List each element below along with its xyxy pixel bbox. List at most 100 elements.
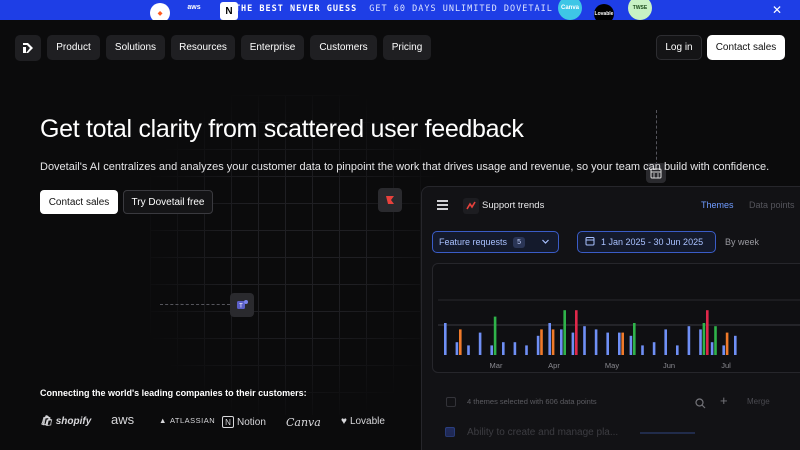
chart-bar[interactable] (540, 329, 543, 355)
hero-contact-sales-button[interactable]: Contact sales (40, 190, 118, 214)
close-icon[interactable]: ✕ (772, 3, 782, 17)
shopify-bag-icon: 🛍 (40, 416, 53, 427)
chart-bar[interactable] (702, 323, 706, 355)
chart-bar[interactable] (706, 310, 709, 355)
x-tick-label: Jun (663, 361, 675, 370)
chart-bar[interactable] (722, 345, 725, 355)
theme-item-label[interactable]: Ability to create and manage pla... (467, 427, 618, 438)
tab-data-points[interactable]: Data points (749, 200, 795, 210)
theme-checkbox[interactable] (445, 427, 455, 437)
nav-pricing[interactable]: Pricing (383, 35, 431, 60)
menu-icon[interactable] (437, 200, 448, 210)
chart-bar[interactable] (664, 329, 667, 355)
chart-bar[interactable] (563, 310, 566, 355)
merge-button[interactable]: Merge (747, 397, 770, 406)
chart-bar[interactable] (594, 329, 598, 355)
notion-icon: N (222, 416, 234, 428)
trend-icon (463, 198, 479, 214)
chart-bar[interactable] (629, 335, 633, 355)
date-range-picker[interactable]: 1 Jan 2025 - 30 Jun 2025 (577, 231, 716, 253)
support-trends-panel: Support trends Themes Data points Featur… (421, 186, 800, 450)
chevron-down-icon (541, 237, 550, 248)
tab-themes[interactable]: Themes (701, 200, 734, 210)
lovable-logo: ♥ Lovable (341, 416, 385, 427)
nav-enterprise[interactable]: Enterprise (241, 35, 304, 60)
support-trends-chart: Mar Apr May Jun Jul (438, 299, 800, 370)
connector-line (160, 304, 230, 305)
notion-logo: N Notion (222, 416, 266, 428)
chart-bar[interactable] (560, 329, 563, 355)
chart-bar[interactable] (621, 332, 624, 355)
chart-bar[interactable] (714, 326, 717, 355)
chart-bar[interactable] (618, 332, 621, 355)
granularity-selector[interactable]: By week (725, 237, 759, 247)
chart-bar[interactable] (455, 342, 459, 355)
panel-title: Support trends (482, 200, 545, 211)
chart-bar[interactable] (551, 329, 555, 355)
hero-subtitle: Dovetail's AI centralizes and analyzes y… (40, 161, 770, 173)
teams-icon: T (230, 293, 254, 317)
chart-bar[interactable] (502, 342, 505, 355)
chart-bar[interactable] (710, 342, 714, 355)
themes-summary: 4 themes selected with 606 data points (467, 397, 597, 406)
chart-bar[interactable] (444, 323, 447, 355)
nav-product[interactable]: Product (47, 35, 100, 60)
chart-bar[interactable] (459, 329, 462, 355)
add-icon[interactable]: + (720, 393, 728, 408)
chart-bar[interactable] (676, 345, 679, 355)
contact-sales-button[interactable]: Contact sales (707, 35, 785, 60)
filter-label: Feature requests (439, 237, 508, 247)
feature-requests-filter[interactable]: Feature requests 5 (432, 231, 559, 253)
chart-bar[interactable] (641, 345, 644, 355)
calendar-icon (585, 236, 595, 248)
x-tick-label: Mar (490, 361, 503, 370)
x-tick-label: Jul (721, 361, 731, 370)
theme-volume-bar (640, 432, 695, 434)
hero-title: Get total clarity from scattered user fe… (40, 115, 524, 143)
panel-fade (422, 382, 800, 450)
dovetail-logo-icon[interactable] (15, 35, 41, 61)
search-icon[interactable] (695, 396, 706, 414)
svg-text:T: T (239, 304, 243, 310)
chart-bar[interactable] (478, 332, 482, 355)
filter-count-badge: 5 (513, 236, 526, 248)
chart-bar[interactable] (536, 335, 540, 355)
select-all-checkbox[interactable] (446, 397, 456, 407)
banner-offer-link[interactable]: GET 60 DAYS UNLIMITED DOVETAIL → (369, 4, 565, 14)
chart-bar[interactable] (633, 323, 636, 355)
promo-banner[interactable]: ◆ aws N THE BEST NEVER GUESS GET 60 DAYS … (0, 0, 800, 20)
date-range-label: 1 Jan 2025 - 30 Jun 2025 (601, 237, 704, 247)
chart-bar[interactable] (687, 326, 691, 355)
chart-bar[interactable] (525, 345, 528, 355)
nav-resources[interactable]: Resources (171, 35, 235, 60)
chart-bar[interactable] (467, 345, 470, 355)
chart-bar[interactable] (734, 335, 737, 355)
login-button[interactable]: Log in (656, 35, 702, 60)
chart-bar[interactable] (490, 345, 493, 355)
try-free-button[interactable]: Try Dovetail free (123, 190, 213, 214)
aws-logo: aws (111, 412, 135, 427)
chart-bar[interactable] (575, 310, 578, 355)
nav-customers[interactable]: Customers (310, 35, 377, 60)
canva-logo-icon: Canva (558, 0, 582, 20)
banner-headline: THE BEST NEVER GUESS (234, 4, 358, 14)
chart-bar[interactable] (571, 332, 575, 355)
nav-solutions[interactable]: Solutions (106, 35, 165, 60)
banner-message[interactable]: THE BEST NEVER GUESS GET 60 DAYS UNLIMITE… (0, 4, 800, 14)
chart-bar[interactable] (725, 332, 729, 355)
companies-caption: Connecting the world's leading companies… (40, 388, 307, 398)
shopify-logo: 🛍 shopify (40, 416, 92, 427)
chart-bar[interactable] (493, 316, 497, 355)
lovable-logo-icon: Lovable (594, 4, 614, 20)
atlassian-icon: ▲ (159, 416, 167, 425)
chart-bar[interactable] (548, 323, 551, 355)
chart-bar[interactable] (652, 342, 656, 355)
chart-bar[interactable] (513, 342, 517, 355)
lovable-heart-icon: ♥ (341, 416, 347, 427)
atlassian-logo: ▲ ATLASSIAN (159, 416, 216, 425)
chart-bar[interactable] (699, 329, 702, 355)
canva-logo: Canva (286, 416, 321, 429)
chart-bar[interactable] (606, 332, 609, 355)
todoist-icon (378, 188, 402, 212)
chart-bar[interactable] (583, 326, 586, 355)
